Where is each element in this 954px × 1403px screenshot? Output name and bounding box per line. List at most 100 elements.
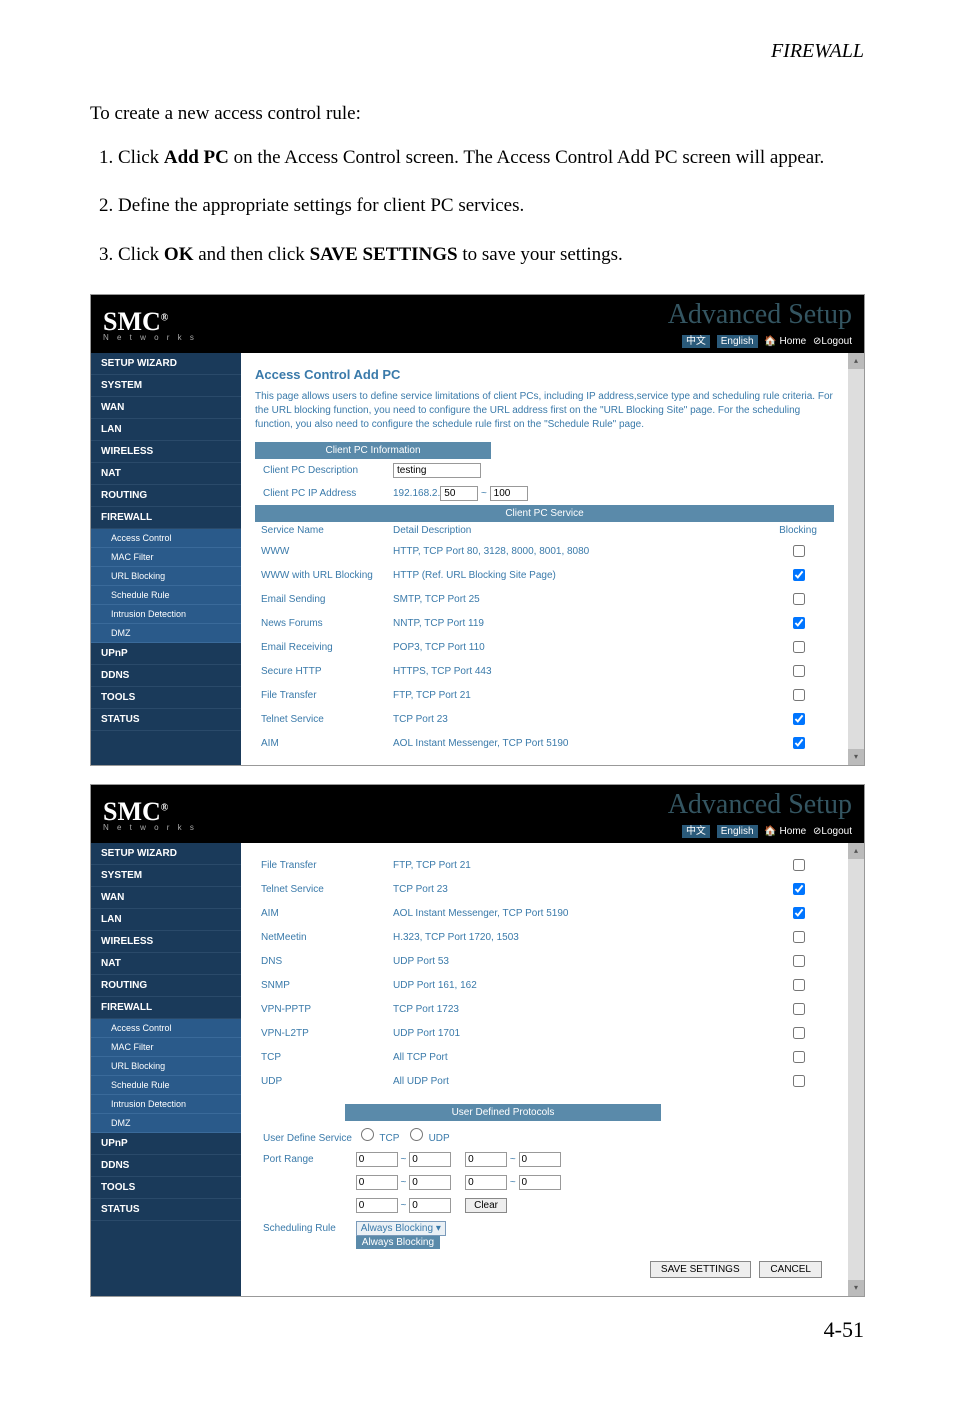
scrollbar[interactable]: ▴ ▾ <box>848 843 864 1296</box>
port-input[interactable] <box>519 1152 561 1167</box>
blocking-checkbox[interactable] <box>793 713 805 725</box>
blocking-checkbox[interactable] <box>793 545 805 557</box>
nav-dmz[interactable]: DMZ <box>91 624 241 643</box>
scroll-down-icon[interactable]: ▾ <box>848 1280 864 1296</box>
nav-url-blocking[interactable]: URL Blocking <box>91 1057 241 1076</box>
port-input[interactable] <box>519 1175 561 1190</box>
sched-dropdown-item[interactable]: Always Blocking <box>356 1236 440 1249</box>
nav-system[interactable]: SYSTEM <box>91 865 241 887</box>
blocking-checkbox[interactable] <box>793 955 805 967</box>
nav-wan[interactable]: WAN <box>91 887 241 909</box>
page-description: This page allows users to define service… <box>255 390 834 432</box>
table-row: TCPAll TCP Port <box>255 1045 834 1069</box>
nav-upnp[interactable]: UPnP <box>91 1133 241 1155</box>
port-input[interactable] <box>356 1198 398 1213</box>
blocking-checkbox[interactable] <box>793 931 805 943</box>
table-row: Email ReceivingPOP3, TCP Port 110 <box>255 635 834 659</box>
table-row: VPN-PPTPTCP Port 1723 <box>255 997 834 1021</box>
nav-tools[interactable]: TOOLS <box>91 1177 241 1199</box>
scroll-down-icon[interactable]: ▾ <box>848 749 864 765</box>
sched-select[interactable]: Always Blocking ▾ <box>356 1221 446 1236</box>
ip-to-input[interactable] <box>490 486 528 501</box>
port-input[interactable] <box>409 1175 451 1190</box>
lang-cn-link[interactable]: 中文 <box>682 825 710 838</box>
clear-button[interactable]: Clear <box>465 1198 507 1213</box>
nav-ddns[interactable]: DDNS <box>91 1155 241 1177</box>
nav-schedule-rule[interactable]: Schedule Rule <box>91 1076 241 1095</box>
nav-mac-filter[interactable]: MAC Filter <box>91 548 241 567</box>
blocking-checkbox[interactable] <box>793 617 805 629</box>
port-input[interactable] <box>465 1152 507 1167</box>
home-link[interactable]: 🏠 Home <box>764 826 806 837</box>
nav-tools[interactable]: TOOLS <box>91 687 241 709</box>
table-row: Secure HTTPHTTPS, TCP Port 443 <box>255 659 834 683</box>
blocking-checkbox[interactable] <box>793 641 805 653</box>
nav-access-control[interactable]: Access Control <box>91 529 241 548</box>
ip-from-input[interactable] <box>440 486 478 501</box>
nav-nat[interactable]: NAT <box>91 463 241 485</box>
blocking-checkbox[interactable] <box>793 1051 805 1063</box>
blocking-checkbox[interactable] <box>793 1075 805 1087</box>
blocking-checkbox[interactable] <box>793 883 805 895</box>
logout-link[interactable]: ⊘Logout <box>813 826 852 837</box>
nav-wireless[interactable]: WIRELESS <box>91 931 241 953</box>
lang-en-link[interactable]: English <box>717 825 758 838</box>
nav-wan[interactable]: WAN <box>91 397 241 419</box>
blocking-checkbox[interactable] <box>793 593 805 605</box>
nav-setup-wizard[interactable]: SETUP WIZARD <box>91 353 241 375</box>
table-row: SNMPUDP Port 161, 162 <box>255 973 834 997</box>
nav-lan[interactable]: LAN <box>91 909 241 931</box>
lang-cn-link[interactable]: 中文 <box>682 335 710 348</box>
nav-wireless[interactable]: WIRELESS <box>91 441 241 463</box>
blocking-checkbox[interactable] <box>793 569 805 581</box>
nav-url-blocking[interactable]: URL Blocking <box>91 567 241 586</box>
blocking-checkbox[interactable] <box>793 1027 805 1039</box>
nav-intrusion[interactable]: Intrusion Detection <box>91 605 241 624</box>
desc-row: Client PC Description <box>255 459 834 482</box>
scrollbar[interactable]: ▴ ▾ <box>848 353 864 765</box>
lang-en-link[interactable]: English <box>717 335 758 348</box>
tcp-radio[interactable] <box>361 1128 374 1141</box>
table-row: NetMeetinH.323, TCP Port 1720, 1503 <box>255 925 834 949</box>
blocking-checkbox[interactable] <box>793 665 805 677</box>
nav-system[interactable]: SYSTEM <box>91 375 241 397</box>
port-input[interactable] <box>465 1175 507 1190</box>
blocking-checkbox[interactable] <box>793 979 805 991</box>
scroll-up-icon[interactable]: ▴ <box>848 843 864 859</box>
home-link[interactable]: 🏠 Home <box>764 336 806 347</box>
nav-nat[interactable]: NAT <box>91 953 241 975</box>
nav-routing[interactable]: ROUTING <box>91 485 241 507</box>
nav-status[interactable]: STATUS <box>91 1199 241 1221</box>
table-row: AIMAOL Instant Messenger, TCP Port 5190 <box>255 901 834 925</box>
logout-link[interactable]: ⊘Logout <box>813 336 852 347</box>
nav-upnp[interactable]: UPnP <box>91 643 241 665</box>
nav-ddns[interactable]: DDNS <box>91 665 241 687</box>
cancel-button[interactable]: CANCEL <box>759 1261 822 1278</box>
nav-firewall[interactable]: FIREWALL <box>91 507 241 529</box>
blocking-checkbox[interactable] <box>793 1003 805 1015</box>
nav-routing[interactable]: ROUTING <box>91 975 241 997</box>
nav-schedule-rule[interactable]: Schedule Rule <box>91 586 241 605</box>
blocking-checkbox[interactable] <box>793 907 805 919</box>
nav-lan[interactable]: LAN <box>91 419 241 441</box>
port-input[interactable] <box>356 1152 398 1167</box>
nav-access-control[interactable]: Access Control <box>91 1019 241 1038</box>
nav-dmz[interactable]: DMZ <box>91 1114 241 1133</box>
blocking-checkbox[interactable] <box>793 689 805 701</box>
port-input[interactable] <box>409 1152 451 1167</box>
nav-intrusion[interactable]: Intrusion Detection <box>91 1095 241 1114</box>
table-row: News ForumsNNTP, TCP Port 119 <box>255 611 834 635</box>
port-input[interactable] <box>356 1175 398 1190</box>
top-links: 中文 English 🏠 Home ⊘Logout <box>678 822 852 837</box>
scroll-up-icon[interactable]: ▴ <box>848 353 864 369</box>
nav-firewall[interactable]: FIREWALL <box>91 997 241 1019</box>
nav-status[interactable]: STATUS <box>91 709 241 731</box>
blocking-checkbox[interactable] <box>793 859 805 871</box>
nav-mac-filter[interactable]: MAC Filter <box>91 1038 241 1057</box>
port-input[interactable] <box>409 1198 451 1213</box>
udp-radio[interactable] <box>410 1128 423 1141</box>
desc-input[interactable] <box>393 463 481 478</box>
blocking-checkbox[interactable] <box>793 737 805 749</box>
nav-setup-wizard[interactable]: SETUP WIZARD <box>91 843 241 865</box>
save-settings-button[interactable]: SAVE SETTINGS <box>650 1261 751 1278</box>
